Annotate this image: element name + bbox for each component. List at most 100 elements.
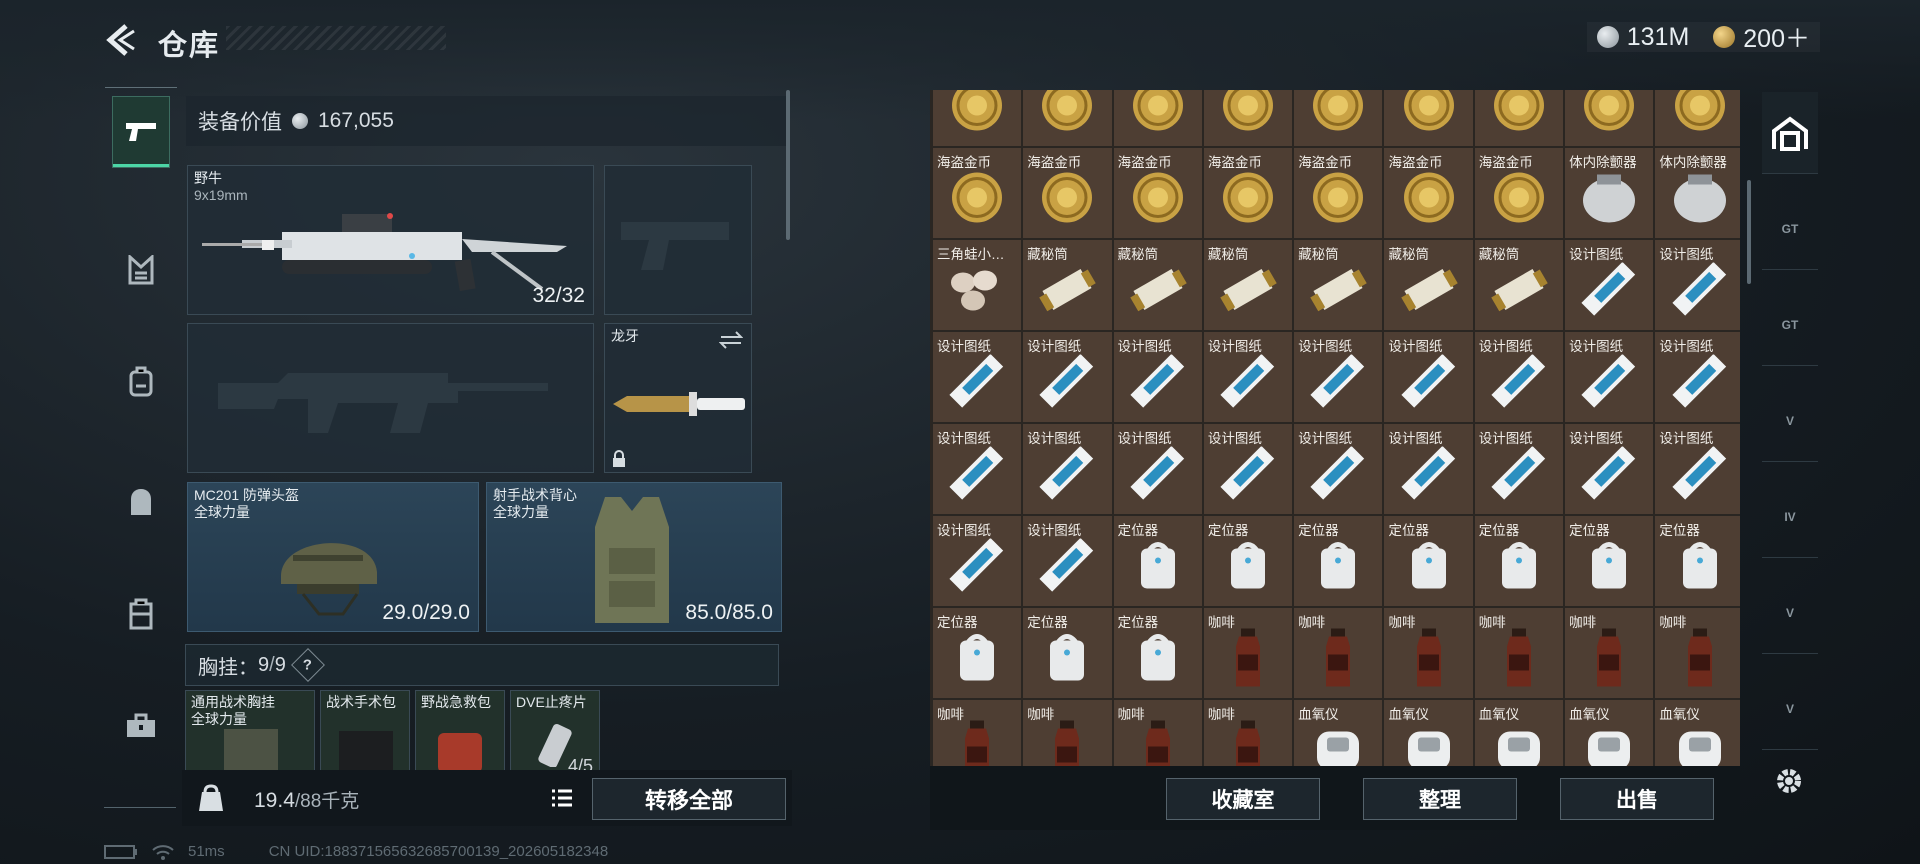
storage-item-cryptex[interactable]: 藏秘筒 (1203, 240, 1293, 330)
storage-item-oximeter[interactable]: 血氧仪 (1474, 700, 1564, 766)
storage-item-blueprint[interactable]: 设计图纸 (1203, 424, 1293, 514)
organize-button[interactable]: 整理 (1363, 778, 1517, 820)
storage-item-blueprint[interactable]: 设计图纸 (1023, 516, 1112, 606)
storage-item-coin[interactable]: 海盗金币 (1113, 148, 1202, 238)
container-tab-v-2[interactable]: V (1762, 572, 1818, 654)
nav-weapons[interactable] (105, 87, 177, 168)
container-tab-gt-2[interactable]: GT (1762, 284, 1818, 366)
storage-item-cryptex[interactable]: 藏秘筒 (1023, 240, 1112, 330)
back-button[interactable] (100, 18, 144, 62)
storage-item-locator[interactable]: 定位器 (1384, 516, 1473, 606)
storage-item-locator[interactable]: 定位器 (1655, 516, 1740, 606)
storage-item-coin[interactable]: 海盗金币 (1474, 148, 1564, 238)
storage-item-coin[interactable] (1384, 90, 1473, 146)
storage-item-coffee[interactable]: 咖啡 (1474, 608, 1564, 698)
storage-item-coffee[interactable]: 咖啡 (1023, 700, 1112, 766)
nav-pouch[interactable] (112, 466, 170, 538)
settings-button[interactable] (1772, 764, 1806, 803)
help-button[interactable]: ? (290, 648, 325, 682)
storage-item-blueprint[interactable]: 设计图纸 (1474, 332, 1564, 422)
silver-currency[interactable]: 131M (1596, 23, 1689, 52)
storage-item-blueprint[interactable]: 设计图纸 (933, 424, 1022, 514)
storage-item-blueprint[interactable]: 设计图纸 (1023, 424, 1112, 514)
storage-item-locator[interactable]: 定位器 (1294, 516, 1383, 606)
storage-item-blueprint[interactable]: 设计图纸 (1113, 424, 1202, 514)
storage-item-coffee[interactable]: 咖啡 (1294, 608, 1383, 698)
storage-item-blueprint[interactable]: 设计图纸 (1384, 332, 1473, 422)
storage-item-coin[interactable] (1655, 90, 1740, 146)
storage-item-coin[interactable] (1203, 90, 1293, 146)
storage-item-blueprint[interactable]: 设计图纸 (1294, 332, 1383, 422)
storage-item-coffee[interactable]: 咖啡 (1565, 608, 1654, 698)
gold-currency[interactable]: 200＋ (1713, 19, 1810, 55)
storage-item-coin[interactable]: 海盗金币 (1023, 148, 1112, 238)
collection-room-button[interactable]: 收藏室 (1166, 778, 1320, 820)
storage-item-cryptex[interactable]: 藏秘筒 (1384, 240, 1473, 330)
storage-item-cryptex[interactable]: 藏秘筒 (1113, 240, 1202, 330)
storage-item-blueprint[interactable]: 设计图纸 (933, 332, 1022, 422)
storage-item-blueprint[interactable]: 设计图纸 (1565, 332, 1654, 422)
chest-rig-item[interactable]: 通用战术胸挂 全球力量 (185, 690, 315, 772)
storage-item-locator[interactable]: 定位器 (1113, 608, 1202, 698)
storage-item-blueprint[interactable]: 设计图纸 (1655, 424, 1740, 514)
storage-item-coin[interactable]: 海盗金币 (1294, 148, 1383, 238)
storage-item-blueprint[interactable]: 设计图纸 (1294, 424, 1383, 514)
storage-item-blueprint[interactable]: 设计图纸 (933, 516, 1022, 606)
storage-item-locator[interactable]: 定位器 (1113, 516, 1202, 606)
storage-item-blueprint[interactable]: 设计图纸 (1023, 332, 1112, 422)
storage-item-coffee[interactable]: 咖啡 (933, 700, 1022, 766)
storage-item-oximeter[interactable]: 血氧仪 (1384, 700, 1473, 766)
storage-scrollbar[interactable] (1747, 180, 1751, 284)
storage-item-coffee[interactable]: 咖啡 (1384, 608, 1473, 698)
swap-icon[interactable] (719, 330, 743, 350)
storage-item-cryptex[interactable]: 藏秘筒 (1294, 240, 1383, 330)
storage-item-coin[interactable] (1474, 90, 1564, 146)
nav-toolbox[interactable] (112, 690, 170, 762)
storage-item-coin[interactable] (1294, 90, 1383, 146)
nav-backpack[interactable] (112, 346, 170, 418)
storage-item-oximeter[interactable]: 血氧仪 (1294, 700, 1383, 766)
helmet-slot[interactable]: MC201 防弹头盔 全球力量 29.0/29.0 (187, 482, 479, 632)
storage-item-coffee[interactable]: 咖啡 (1113, 700, 1202, 766)
nav-chest-rig[interactable] (112, 234, 170, 306)
storage-item-blueprint[interactable]: 设计图纸 (1565, 424, 1654, 514)
storage-item-locator[interactable]: 定位器 (933, 608, 1022, 698)
storage-item-blueprint[interactable]: 设计图纸 (1384, 424, 1473, 514)
list-view-button[interactable] (545, 782, 579, 814)
storage-item-blueprint[interactable]: 设计图纸 (1565, 240, 1654, 330)
storage-item-coin[interactable]: 海盗金币 (933, 148, 1022, 238)
container-tab-v-1[interactable]: V (1762, 380, 1818, 462)
transfer-all-button[interactable]: 转移全部 (592, 778, 786, 820)
storage-item-coin[interactable] (933, 90, 1022, 146)
storage-item-locator[interactable]: 定位器 (1023, 608, 1112, 698)
storage-item-blueprint[interactable]: 设计图纸 (1113, 332, 1202, 422)
storage-item-coin[interactable] (1113, 90, 1202, 146)
storage-item-eggs[interactable]: 三角蛙小… (933, 240, 1022, 330)
first-aid-kit-item[interactable]: 野战急救包 (415, 690, 505, 772)
storage-item-locator[interactable]: 定位器 (1203, 516, 1293, 606)
storage-item-blueprint[interactable]: 设计图纸 (1655, 332, 1740, 422)
storage-item-coffee[interactable]: 咖啡 (1655, 608, 1740, 698)
surgery-kit-item[interactable]: 战术手术包 (320, 690, 410, 772)
storage-item-coin[interactable] (1023, 90, 1112, 146)
sidearm-slot-empty[interactable] (604, 165, 752, 315)
secondary-weapon-slot-empty[interactable] (187, 323, 594, 473)
melee-slot[interactable]: 龙牙 (604, 323, 752, 473)
storage-item-cryptex[interactable]: 藏秘筒 (1474, 240, 1564, 330)
container-tab-storage[interactable] (1762, 92, 1818, 174)
storage-item-coin[interactable]: 海盗金币 (1384, 148, 1473, 238)
storage-item-coffee[interactable]: 咖啡 (1203, 608, 1293, 698)
sell-button[interactable]: 出售 (1560, 778, 1714, 820)
storage-item-blueprint[interactable]: 设计图纸 (1655, 240, 1740, 330)
container-tab-gt-1[interactable]: GT (1762, 188, 1818, 270)
storage-item-blueprint[interactable]: 设计图纸 (1203, 332, 1293, 422)
storage-item-defib[interactable]: 体内除颤器 (1565, 148, 1654, 238)
storage-item-oximeter[interactable]: 血氧仪 (1655, 700, 1740, 766)
storage-item-coin[interactable]: 海盗金币 (1203, 148, 1293, 238)
armor-slot[interactable]: 射手战术背心 全球力量 85.0/85.0 (486, 482, 782, 632)
storage-item-blueprint[interactable]: 设计图纸 (1474, 424, 1564, 514)
nav-case[interactable] (112, 578, 170, 650)
storage-item-locator[interactable]: 定位器 (1474, 516, 1564, 606)
container-tab-iv[interactable]: IV (1762, 476, 1818, 558)
storage-item-coffee[interactable]: 咖啡 (1203, 700, 1293, 766)
